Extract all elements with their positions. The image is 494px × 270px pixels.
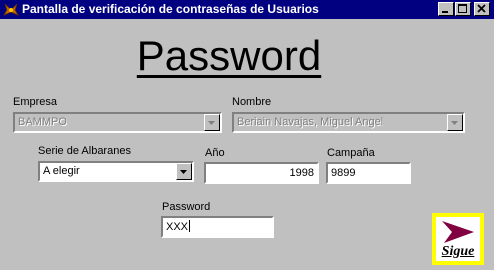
password-label: Password (162, 201, 211, 213)
password-field[interactable]: XXX (161, 216, 274, 238)
campana-value: 9899 (331, 167, 356, 179)
sigue-button[interactable]: Sigue (432, 213, 484, 265)
password-value: XXX (166, 221, 189, 233)
page-title: Password (136, 32, 322, 79)
serie-value: A elegir (43, 165, 80, 177)
empresa-combo[interactable]: BAMMPO (13, 112, 222, 133)
chevron-down-icon (451, 121, 458, 125)
anio-field[interactable]: 1998 (204, 162, 319, 184)
serie-combo[interactable]: A elegir (38, 161, 194, 182)
anio-label: Año (205, 147, 225, 159)
app-icon[interactable] (3, 2, 19, 17)
empresa-value: BAMMPO (18, 116, 67, 128)
window-title: Pantalla de verificación de contraseñas … (22, 2, 319, 16)
campana-field[interactable]: 9899 (326, 162, 411, 184)
chevron-down-icon (208, 121, 215, 125)
anio-value: 1998 (289, 167, 314, 179)
minimize-button[interactable] (438, 2, 454, 16)
nombre-value: Beriain Navajas, Miguel Angel (237, 116, 384, 128)
nombre-label: Nombre (232, 96, 272, 108)
serie-label: Serie de Albaranes (38, 145, 131, 157)
serie-dropdown-button[interactable] (176, 163, 192, 180)
chevron-down-icon (180, 170, 187, 174)
close-button[interactable] (474, 2, 490, 16)
title-bar[interactable]: Pantalla de verificación de contraseñas … (0, 0, 494, 19)
maximize-button[interactable] (455, 2, 471, 16)
text-caret (189, 220, 191, 232)
arrow-right-icon (442, 221, 474, 243)
campana-label: Campaña (327, 147, 375, 159)
sigue-label: Sigue (441, 244, 475, 259)
nombre-combo[interactable]: Beriain Navajas, Miguel Angel (232, 112, 465, 133)
empresa-dropdown-button[interactable] (204, 114, 220, 131)
nombre-dropdown-button[interactable] (447, 114, 463, 131)
empresa-label: Empresa (13, 96, 58, 108)
